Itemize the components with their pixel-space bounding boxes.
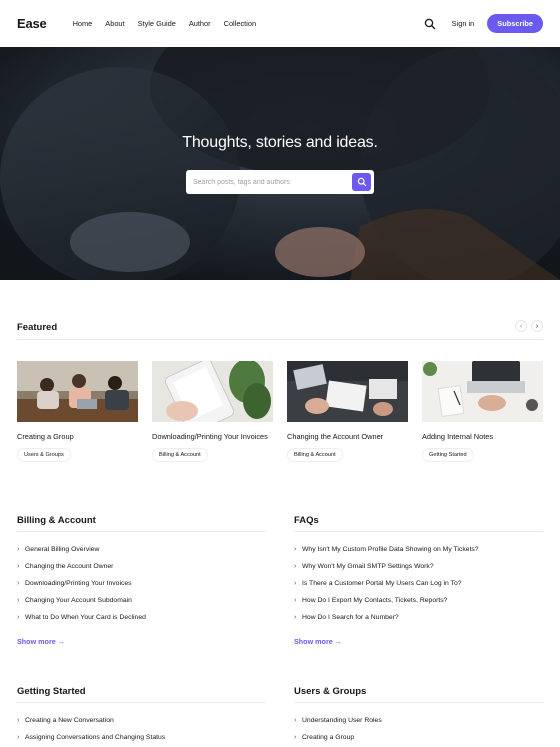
chevron-right-icon: › (17, 546, 20, 553)
card-image[interactable] (422, 361, 543, 422)
chevron-right-icon: › (294, 597, 297, 604)
list-item[interactable]: › Is There a Customer Portal My Users Can… (294, 575, 543, 592)
list-item[interactable]: › Changing Your Account Subdomain (17, 592, 266, 609)
featured-card[interactable]: Creating a Group Users & Groups (17, 361, 138, 462)
list-item[interactable]: › Why Isn't My Custom Profile Data Showin… (294, 541, 543, 558)
featured-card[interactable]: Adding Internal Notes Getting Started (422, 361, 543, 462)
card-tag[interactable]: Billing & Account (152, 447, 208, 462)
chevron-right-icon: › (17, 734, 20, 741)
nav-about[interactable]: About (105, 19, 124, 28)
carousel-arrows: ‹ › (515, 320, 543, 332)
chevron-left-icon[interactable]: ‹ (515, 320, 527, 332)
hero-search-box (186, 170, 374, 194)
hero-banner: Thoughts, stories and ideas. (0, 47, 560, 280)
list-item[interactable]: › Why Won't My Gmail SMTP Settings Work? (294, 558, 543, 575)
billing-article-list: › General Billing Overview › Changing the … (17, 541, 266, 626)
search-icon[interactable] (423, 17, 437, 31)
card-tag[interactable]: Billing & Account (287, 447, 343, 462)
card-image[interactable] (17, 361, 138, 422)
featured-card[interactable]: Downloading/Printing Your Invoices Billi… (152, 361, 273, 462)
section-title-billing: Billing & Account (17, 515, 96, 526)
chevron-right-icon: › (17, 580, 20, 587)
card-title[interactable]: Creating a Group (17, 432, 138, 442)
card-title[interactable]: Changing the Account Owner (287, 432, 408, 442)
section-divider (17, 531, 266, 532)
section-divider (294, 531, 543, 532)
nav-author[interactable]: Author (189, 19, 211, 28)
chevron-right-icon: › (17, 614, 20, 621)
card-image[interactable] (287, 361, 408, 422)
chevron-right-icon: › (294, 580, 297, 587)
list-item[interactable]: › General Billing Overview (17, 541, 266, 558)
list-item[interactable]: › How Do I Export My Contacts, Tickets, R… (294, 592, 543, 609)
list-item[interactable]: › Assigning Conversations and Changing St… (17, 729, 266, 746)
card-tag[interactable]: Getting Started (422, 447, 474, 462)
hero-search-input[interactable] (193, 178, 343, 186)
chevron-right-icon: › (294, 546, 297, 553)
list-item[interactable]: › Creating a New Conversation (17, 712, 266, 729)
faqs-article-list: › Why Isn't My Custom Profile Data Showin… (294, 541, 543, 626)
nav-home[interactable]: Home (73, 19, 93, 28)
list-item[interactable]: › Understanding User Roles (294, 712, 543, 729)
card-title[interactable]: Downloading/Printing Your Invoices (152, 432, 273, 442)
hero-search-button[interactable] (352, 173, 371, 191)
section-title-getting-started: Getting Started (17, 686, 86, 697)
section-divider (294, 702, 543, 703)
nav-style-guide[interactable]: Style Guide (138, 19, 176, 28)
chevron-right-icon: › (294, 563, 297, 570)
card-image[interactable] (152, 361, 273, 422)
section-title-faqs: FAQs (294, 515, 319, 526)
signin-link[interactable]: Sign in (452, 19, 475, 28)
list-item[interactable]: › Downloading/Printing Your Invoices (17, 575, 266, 592)
section-title-users-groups: Users & Groups (294, 686, 367, 697)
nav-collection[interactable]: Collection (224, 19, 256, 28)
list-item[interactable]: › How Do I Search for a Number? (294, 609, 543, 626)
chevron-right-icon[interactable]: › (531, 320, 543, 332)
card-title[interactable]: Adding Internal Notes (422, 432, 543, 442)
hero-title: Thoughts, stories and ideas. (182, 134, 378, 151)
section-divider (17, 702, 266, 703)
site-logo[interactable]: Ease (17, 16, 47, 31)
list-item[interactable]: › Changing the Account Owner (17, 558, 266, 575)
subscribe-button[interactable]: Subscribe (487, 14, 543, 33)
featured-title: Featured (17, 322, 58, 333)
card-tag[interactable]: Users & Groups (17, 447, 71, 462)
featured-card[interactable]: Changing the Account Owner Billing & Acc… (287, 361, 408, 462)
getting-started-article-list: › Creating a New Conversation › Assigning … (17, 712, 266, 746)
chevron-right-icon: › (294, 717, 297, 724)
chevron-right-icon: › (17, 597, 20, 604)
chevron-right-icon: › (294, 614, 297, 621)
list-item[interactable]: › What to Do When Your Card is Declined (17, 609, 266, 626)
hero-background-image (0, 47, 560, 280)
list-item[interactable]: › Creating a Group (294, 729, 543, 746)
featured-divider (17, 339, 543, 340)
main-nav: Home About Style Guide Author Collection (73, 19, 257, 28)
show-more-billing[interactable]: Show more → (17, 637, 65, 646)
site-header: Ease Home About Style Guide Author Colle… (0, 0, 560, 47)
chevron-right-icon: › (17, 563, 20, 570)
header-actions: Sign in Subscribe (423, 14, 543, 33)
search-icon (357, 177, 366, 187)
users-groups-article-list: › Understanding User Roles › Creating a Gr… (294, 712, 543, 746)
chevron-right-icon: › (17, 717, 20, 724)
show-more-faqs[interactable]: Show more → (294, 637, 342, 646)
chevron-right-icon: › (294, 734, 297, 741)
